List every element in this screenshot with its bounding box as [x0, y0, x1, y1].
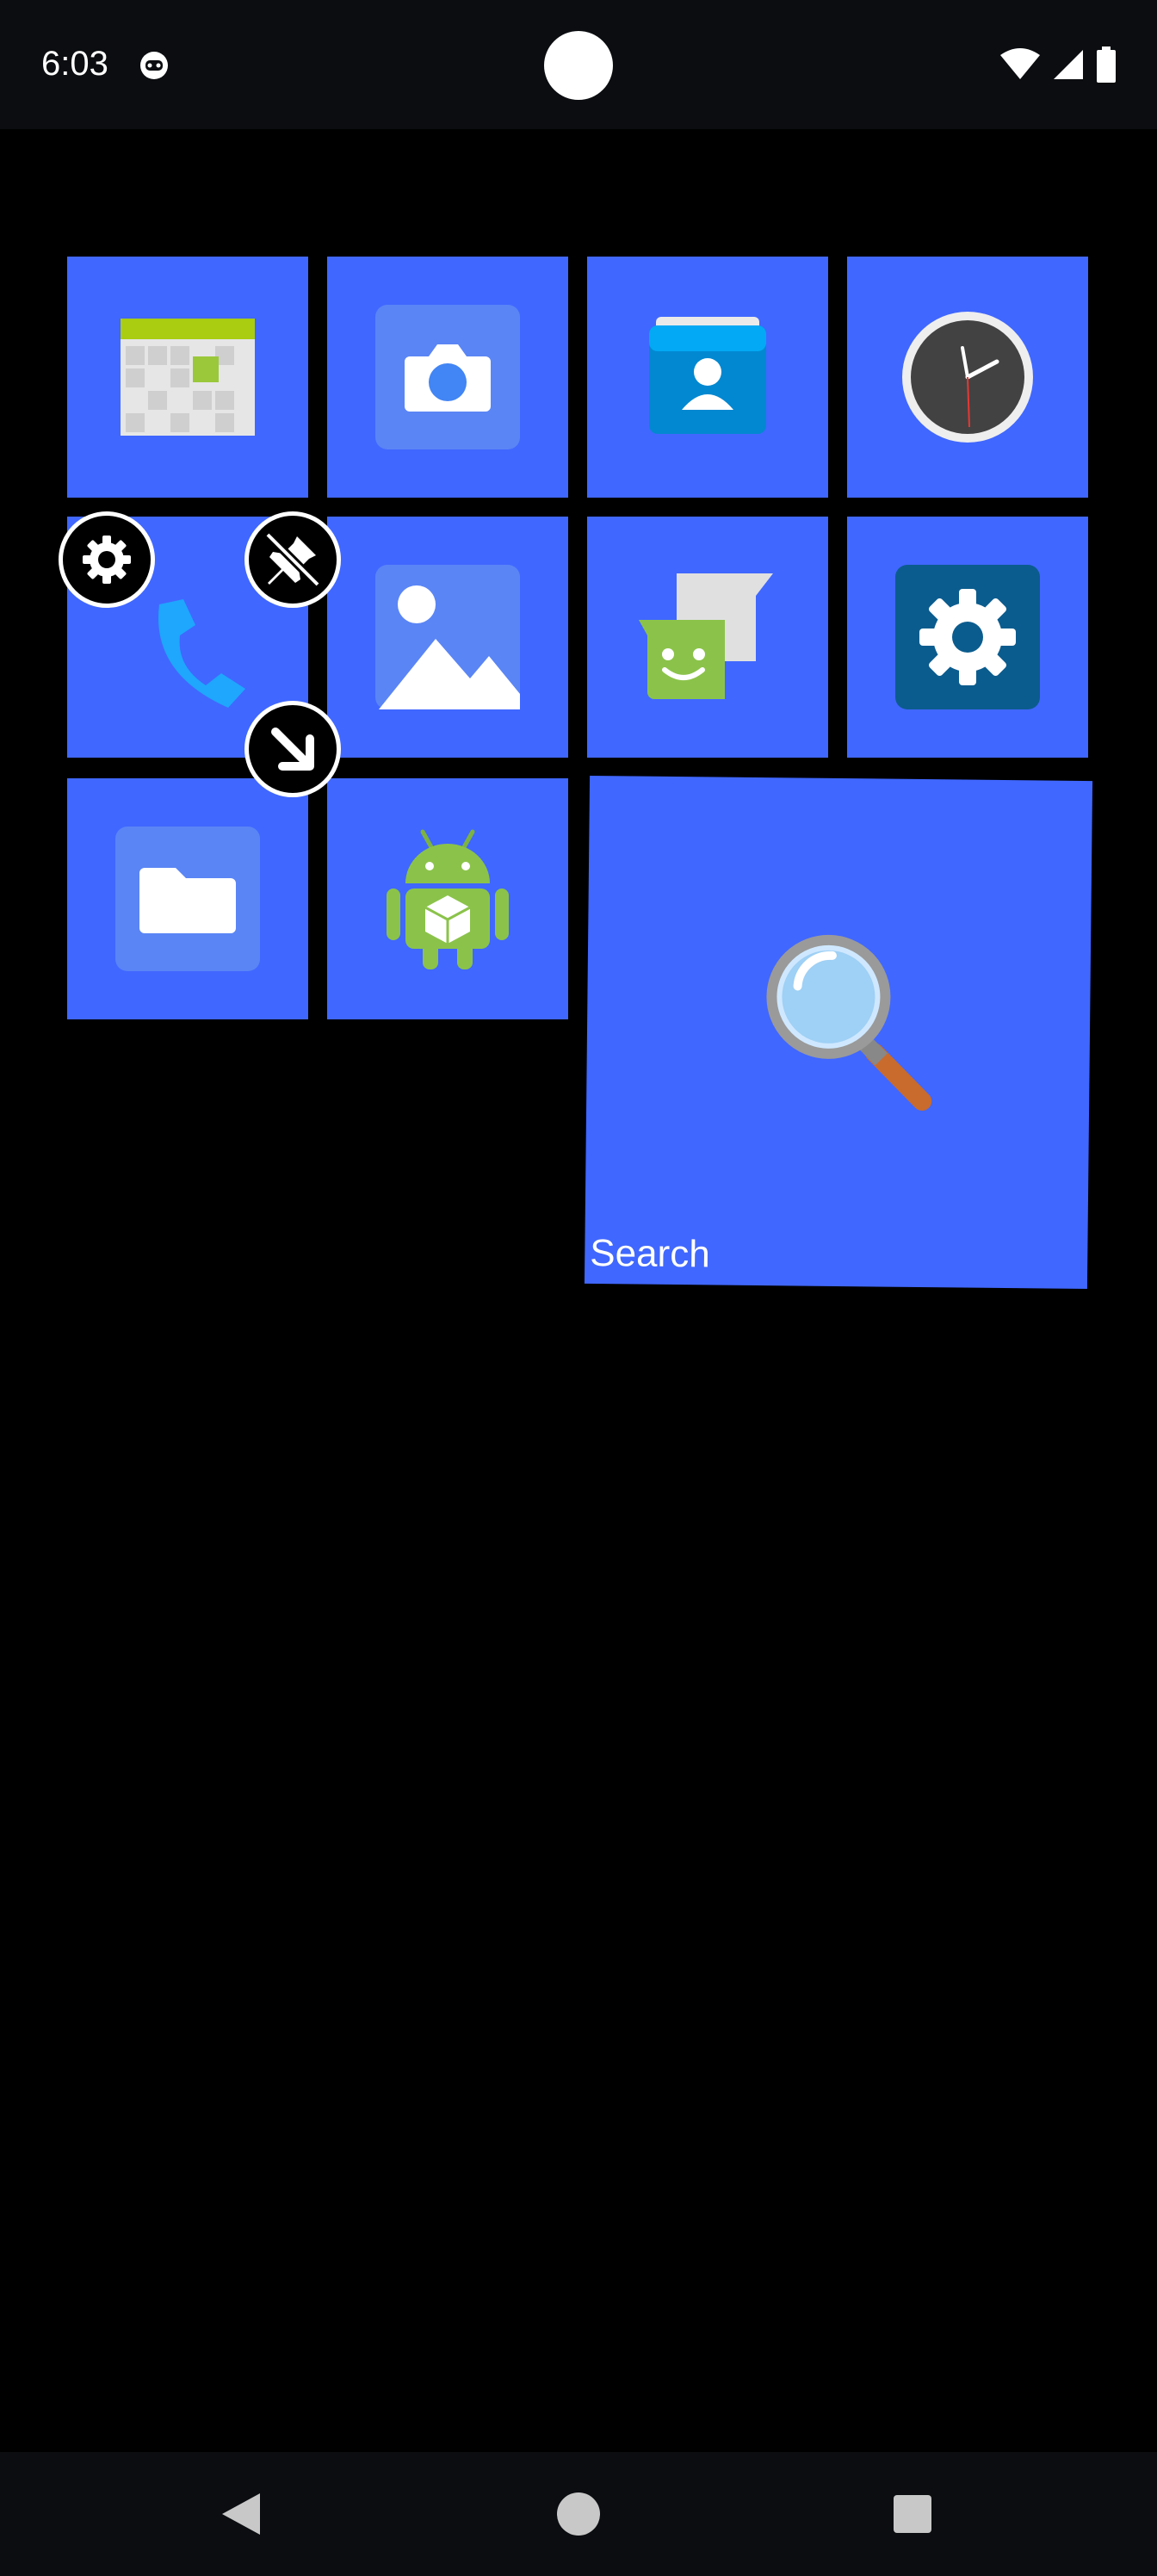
recents-button[interactable]	[892, 2490, 933, 2538]
gallery-tile[interactable]	[327, 517, 568, 758]
files-tile[interactable]	[67, 778, 308, 1019]
clock-tile[interactable]	[847, 257, 1088, 498]
search-tile[interactable]: Search	[584, 775, 1093, 1290]
settings-icon	[895, 565, 1040, 709]
unpin-icon	[264, 531, 321, 588]
android-package-icon	[387, 829, 509, 969]
calendar-tile[interactable]	[67, 257, 308, 498]
home-button[interactable]	[556, 2490, 601, 2538]
front-camera-cutout	[544, 31, 613, 100]
app-installer-tile[interactable]	[327, 778, 568, 1019]
cell-signal-icon	[1054, 50, 1083, 79]
messages-tile[interactable]	[587, 517, 828, 758]
magnifier-icon	[766, 935, 931, 1112]
resize-arrow-icon	[271, 728, 314, 771]
notification-icon	[140, 52, 168, 79]
status-time: 6:03	[41, 45, 108, 83]
unpin-button[interactable]	[244, 511, 341, 608]
clock-icon	[902, 312, 1033, 443]
battery-icon	[1097, 46, 1116, 83]
messages-icon	[639, 573, 773, 699]
navigation-bar	[0, 2452, 1157, 2576]
gallery-icon	[375, 565, 520, 709]
calendar-icon	[121, 319, 255, 436]
camera-tile[interactable]	[327, 257, 568, 498]
tile-settings-button[interactable]	[59, 511, 155, 608]
status-bar: 6:03	[0, 0, 1157, 129]
gear-icon	[83, 536, 131, 584]
settings-tile[interactable]	[847, 517, 1088, 758]
resize-button[interactable]	[244, 701, 341, 797]
contacts-icon	[649, 317, 766, 434]
back-button[interactable]	[217, 2490, 265, 2538]
wifi-icon	[1000, 48, 1040, 79]
folder-icon	[115, 827, 260, 971]
phone-icon	[158, 599, 245, 709]
camera-icon	[375, 305, 520, 449]
contacts-tile[interactable]	[587, 257, 828, 498]
status-icons	[1000, 46, 1116, 83]
search-tile-label: Search	[590, 1231, 710, 1276]
